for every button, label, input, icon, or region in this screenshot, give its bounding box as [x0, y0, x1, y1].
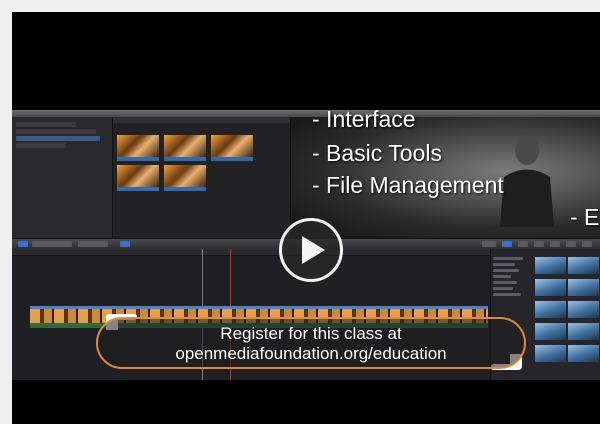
effects-category: [493, 293, 521, 296]
menu-bar: [12, 110, 600, 117]
effects-category: [493, 287, 513, 290]
toolbar-button: [582, 241, 592, 247]
library-row: [16, 122, 76, 127]
effect-thumbnail: [568, 257, 599, 274]
effect-thumbnail: [535, 279, 566, 296]
clip-thumbnail: [117, 165, 159, 191]
clip-thumbnail: [211, 135, 253, 161]
toolbar-button: [550, 241, 560, 247]
play-icon: [302, 236, 325, 264]
effects-category: [493, 263, 515, 266]
effects-category: [493, 281, 517, 284]
browser-toolbar: [113, 117, 290, 123]
video-player[interactable]: - Interface - Basic Tools - File Managem…: [12, 12, 600, 424]
effect-thumbnail: [568, 345, 599, 362]
effect-thumbnail: [568, 323, 599, 340]
library-row: [16, 129, 96, 134]
library-pane: [12, 117, 113, 238]
toolbar-button: [566, 241, 576, 247]
library-row-selected: [16, 136, 100, 141]
timeline-ruler: [12, 249, 490, 256]
toolbar-button: [502, 241, 512, 247]
effects-category-list: [493, 257, 533, 299]
clip-thumbnail: [164, 135, 206, 161]
register-banner[interactable]: Register for this class at openmediafoun…: [96, 317, 526, 369]
effect-thumbnail: [568, 301, 599, 318]
library-row: [16, 143, 66, 148]
overlay-line-file-management: - File Management: [312, 172, 504, 198]
register-banner-url[interactable]: openmediafoundation.org/education: [98, 344, 524, 364]
effects-category: [493, 257, 523, 260]
toolbar-button: [518, 241, 528, 247]
effect-thumbnail: [535, 323, 566, 340]
toolbar-button: [32, 241, 72, 247]
toolbar-button: [78, 241, 108, 247]
toolbar-button: [534, 241, 544, 247]
toolbar-button: [482, 241, 496, 247]
browser-pane: [113, 117, 291, 238]
clip-thumbnail: [164, 165, 206, 191]
effect-thumbnail: [535, 345, 566, 362]
register-banner-line1: Register for this class at: [220, 324, 402, 343]
effects-category: [493, 269, 519, 272]
overlay-line-partial: - E: [570, 204, 600, 230]
effect-thumbnail: [535, 301, 566, 318]
overlay-line-basic-tools: - Basic Tools: [312, 140, 442, 166]
effect-thumbnail: [535, 257, 566, 274]
overlay-line-interface: - Interface: [312, 106, 416, 132]
toolbar-button: [18, 241, 28, 247]
effect-thumbnail: [568, 279, 599, 296]
effects-category: [493, 275, 511, 278]
toolbar-button: [120, 241, 130, 247]
clip-thumbnail: [117, 135, 159, 161]
play-button[interactable]: [279, 218, 343, 282]
